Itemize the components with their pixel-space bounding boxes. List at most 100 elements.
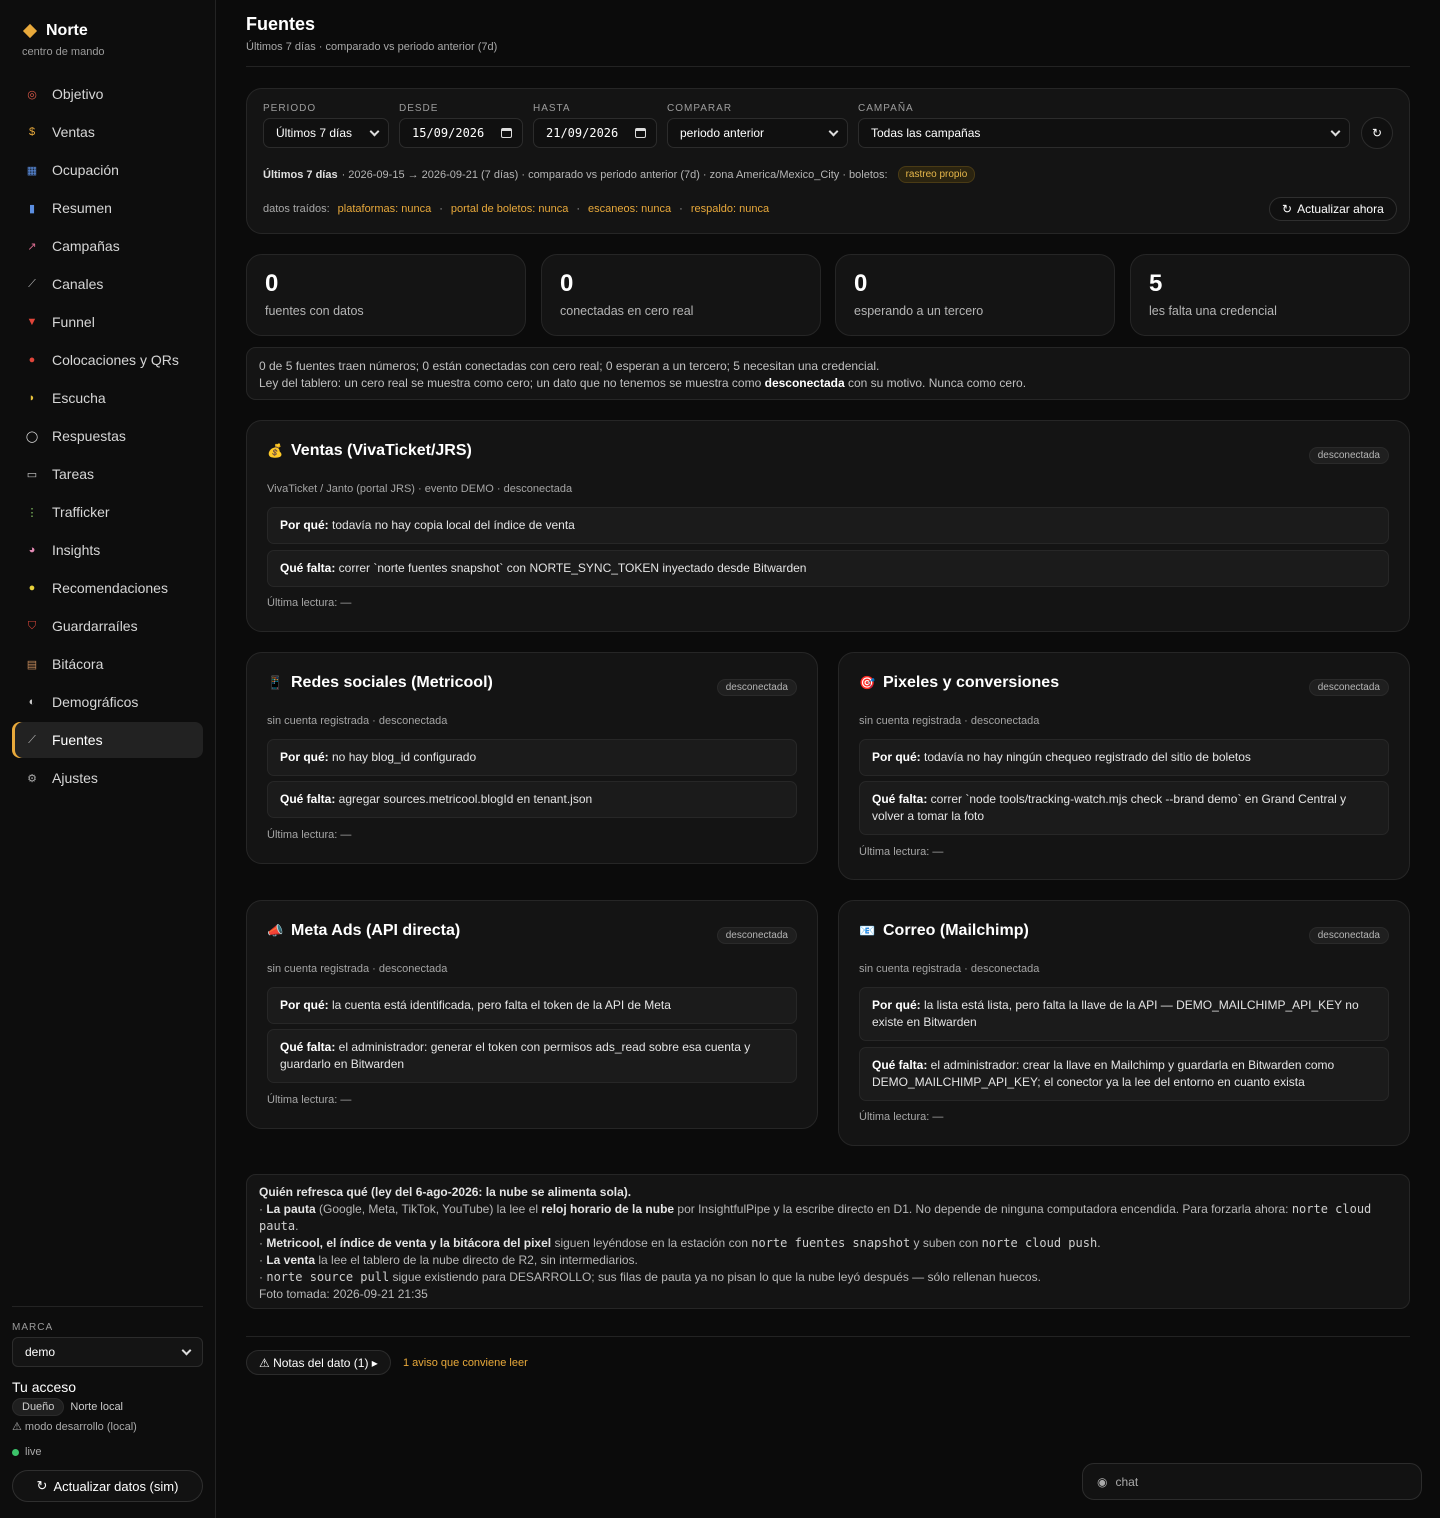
scroll-icon: ▤ <box>26 658 38 671</box>
policy-text: . <box>1097 1236 1101 1250</box>
sidebar-item-recomendaciones[interactable]: ● Recomendaciones <box>12 570 203 606</box>
money-bag-icon: $ <box>28 126 36 138</box>
source-title: 💰 Ventas (VivaTicket/JRS) <box>267 442 472 460</box>
datos-separator: · <box>576 203 580 215</box>
missing-text: correr `node tools/tracking-watch.mjs ch… <box>872 792 1347 823</box>
policy-emphasis: reloj horario de la nube <box>541 1202 675 1216</box>
missing-label: Qué falta: <box>280 1040 336 1054</box>
sidebar-item-label: Canales <box>52 276 104 292</box>
chat-input[interactable]: ◉ chat <box>1082 1463 1422 1500</box>
sidebar-item-insights[interactable]: ◕ Insights <box>12 532 203 568</box>
traffic-light-icon: ⋮ <box>26 506 38 519</box>
last-read: Última lectura: — <box>859 846 944 858</box>
comparar-select[interactable]: periodo anterior <box>667 118 848 148</box>
source-card-correo: 📧 Correo (Mailchimp) desconectada sin cu… <box>838 900 1410 1146</box>
sidebar-item-tareas[interactable]: ▭ Tareas <box>12 456 203 492</box>
datos-separator: · <box>439 203 443 215</box>
stat-label: conectadas en cero real <box>560 304 694 318</box>
campana-value: Todas las campañas <box>871 126 981 140</box>
brand-subtitle: centro de mando <box>22 46 105 58</box>
sidebar-item-label: Bitácora <box>52 656 104 672</box>
marca-select[interactable]: demo <box>12 1337 203 1367</box>
sidebar-item-demograficos[interactable]: ◐ Demográficos <box>12 684 203 720</box>
stat-label: les falta una credencial <box>1149 304 1277 318</box>
periodo-select[interactable]: Últimos 7 días <box>263 118 389 148</box>
source-meta: VivaTicket / Janto (portal JRS) · evento… <box>267 483 573 495</box>
sidebar-item-label: Fuentes <box>52 732 103 748</box>
sidebar-item-guardarrailes[interactable]: ⛉ Guardarraíles <box>12 608 203 644</box>
header-divider <box>246 66 1410 67</box>
status-badge: desconectada <box>1308 447 1389 464</box>
actualizar-ahora-button[interactable]: ↻ Actualizar ahora <box>1269 197 1397 221</box>
warning-link[interactable]: 1 aviso que conviene leer <box>403 1357 528 1369</box>
note-text: con su motivo. Nunca como cero. <box>844 376 1027 390</box>
policy-emphasis: La pauta <box>266 1202 316 1216</box>
satellite-dish-icon: ⟋ <box>28 733 36 746</box>
why-box: Por qué: todavía no hay ningún chequeo r… <box>859 739 1389 776</box>
status-badge: desconectada <box>1308 927 1389 944</box>
policy-line: · La venta la lee el tablero de la nube … <box>259 1252 1397 1269</box>
campana-select[interactable]: Todas las campañas <box>858 118 1350 148</box>
live-dot-icon <box>12 1448 19 1456</box>
page-title: Fuentes <box>246 14 316 34</box>
policy-line: · Metricool, el índice de venta y la bit… <box>259 1235 1397 1252</box>
desde-date-input[interactable]: 15/09/2026 <box>399 118 523 148</box>
hasta-date-input[interactable]: 21/09/2026 <box>533 118 657 148</box>
policy-text: la lee el tablero de la nube directo de … <box>315 1253 638 1267</box>
periodo-label: PERIODO <box>263 103 317 114</box>
datos-respaldo: respaldo: nunca <box>690 203 770 215</box>
missing-text: el administrador: generar el token con p… <box>280 1040 751 1071</box>
source-meta: sin cuenta registrada · desconectada <box>859 715 1040 727</box>
stat-value: 0 <box>560 270 574 297</box>
target-icon: 🎯 <box>859 675 876 690</box>
datos-label: datos traídos: <box>263 203 330 215</box>
chevron-down-icon <box>828 126 839 136</box>
refresh-button[interactable]: ↻ <box>1361 117 1393 149</box>
sidebar-item-resumen[interactable]: ▮ Resumen <box>12 190 203 226</box>
sidebar-item-colocaciones[interactable]: ● Colocaciones y QRs <box>12 342 203 378</box>
source-title: 🎯 Pixeles y conversiones <box>859 674 1059 692</box>
sidebar-item-trafficker[interactable]: ⋮ Trafficker <box>12 494 203 530</box>
datos-separator: · <box>679 203 683 215</box>
sidebar-item-canales[interactable]: ⟋ Canales <box>12 266 203 302</box>
calendar-icon[interactable] <box>635 128 646 138</box>
sidebar-item-bitacora[interactable]: ▤ Bitácora <box>12 646 203 682</box>
policy-title: Quién refresca qué (ley del 6-ago-2026: … <box>259 1184 1397 1201</box>
data-notes-button[interactable]: ⚠ Notas del dato (1) ▸ <box>246 1350 391 1375</box>
brand[interactable]: Norte centro de mando <box>22 22 105 58</box>
stat-card: 0 conectadas en cero real <box>541 254 821 336</box>
why-text: no hay blog_id configurado <box>328 750 477 764</box>
sidebar-item-respuestas[interactable]: ◯ Respuestas <box>12 418 203 454</box>
why-box: Por qué: todavía no hay copia local del … <box>267 507 1389 544</box>
sidebar-item-label: Ventas <box>52 124 95 140</box>
sidebar-item-objetivo[interactable]: ◎ Objetivo <box>12 76 203 112</box>
sidebar-item-campanas[interactable]: ↗ Campañas <box>12 228 203 264</box>
missing-text: correr `norte fuentes snapshot` con NORT… <box>335 561 807 575</box>
page-subtitle: Últimos 7 días · comparado vs periodo an… <box>246 41 498 53</box>
sidebar-item-label: Recomendaciones <box>52 580 168 596</box>
comparar-value: periodo anterior <box>680 126 765 140</box>
chevron-down-icon <box>181 1345 192 1355</box>
summary-details: · 2026-09-15 → 2026-09-21 (7 días) · com… <box>341 168 888 181</box>
last-read: Última lectura: — <box>859 1111 944 1123</box>
sidebar-item-escucha[interactable]: ◗ Escucha <box>12 380 203 416</box>
policy-line: · La pauta (Google, Meta, TikTok, YouTub… <box>259 1201 1397 1235</box>
shield-icon: ⛉ <box>27 619 37 632</box>
sidebar-item-fuentes[interactable]: ⟋ Fuentes <box>12 722 203 758</box>
sidebar-item-ajustes[interactable]: ⚙ Ajustes <box>12 760 203 796</box>
note-emphasis: desconectada <box>764 376 845 390</box>
missing-box: Qué falta: agregar sources.metricool.blo… <box>267 781 797 818</box>
sidebar-item-funnel[interactable]: ▼ Funnel <box>12 304 203 340</box>
policy-line: · norte source pull sigue existiendo par… <box>259 1269 1397 1286</box>
sidebar-item-label: Guardarraíles <box>52 618 138 634</box>
calendar-icon[interactable] <box>501 128 512 138</box>
sidebar-item-ocupacion[interactable]: ▦ Ocupación <box>12 152 203 188</box>
source-meta: sin cuenta registrada · desconectada <box>267 715 448 727</box>
refresh-icon: ↻ <box>1371 126 1383 140</box>
ear-icon: ◗ <box>28 392 36 404</box>
datos-escaneos: escaneos: nunca <box>587 203 672 215</box>
why-label: Por qué: <box>872 750 921 764</box>
sidebar-item-ventas[interactable]: $ Ventas <box>12 114 203 150</box>
data-notes-label: ⚠ Notas del dato (1) ▸ <box>259 1355 378 1370</box>
refresh-sim-button[interactable]: ↻ Actualizar datos (sim) <box>12 1470 203 1502</box>
